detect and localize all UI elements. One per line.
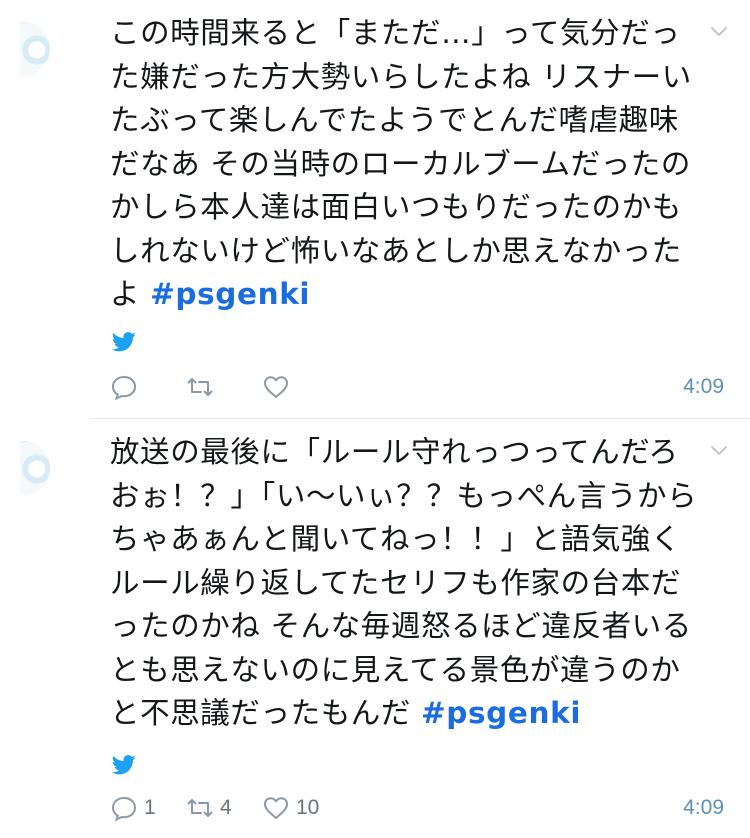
like-icon bbox=[264, 376, 288, 398]
retweet-count: 4 bbox=[220, 796, 232, 819]
like-button[interactable]: 10 bbox=[262, 794, 338, 822]
tweet-time[interactable]: 4:09 bbox=[683, 375, 724, 399]
retweet-button[interactable] bbox=[186, 373, 262, 401]
chevron-down-icon[interactable] bbox=[710, 441, 728, 459]
retweet-icon bbox=[187, 799, 213, 817]
avatar[interactable] bbox=[20, 22, 50, 76]
twitter-bird-icon bbox=[112, 332, 136, 352]
hashtag-link[interactable]: #psgenki bbox=[150, 277, 310, 311]
tweet-text: 放送の最後に「ルール守れっつってんだろおぉ！？」「い〜いぃ？？もっぺん言うからち… bbox=[110, 431, 700, 736]
retweet-button[interactable]: 4 bbox=[186, 794, 262, 822]
tweet-actions: 1 4 10 bbox=[110, 793, 338, 823]
tweet-body: この時間来ると「まただ…」って気分だった嫌だった方大勢いらしたよね リスナーいた… bbox=[110, 16, 692, 311]
reply-button[interactable]: 1 bbox=[110, 794, 186, 822]
reply-button[interactable] bbox=[110, 373, 186, 401]
like-count: 10 bbox=[296, 796, 320, 819]
tweet-text: この時間来ると「まただ…」って気分だった嫌だった方大勢いらしたよね リスナーいた… bbox=[110, 12, 700, 317]
tweet: この時間来ると「まただ…」って気分だった嫌だった方大勢いらしたよね リスナーいた… bbox=[0, 0, 750, 418]
retweet-icon bbox=[187, 378, 213, 396]
reply-icon bbox=[111, 375, 137, 401]
hashtag-link[interactable]: #psgenki bbox=[421, 696, 581, 730]
reply-count: 1 bbox=[144, 796, 156, 819]
avatar[interactable] bbox=[20, 441, 50, 495]
reply-icon bbox=[111, 796, 137, 822]
chevron-down-icon[interactable] bbox=[710, 22, 728, 40]
tweet-body: 放送の最後に「ルール守れっつってんだろおぉ！？」「い〜いぃ？？もっぺん言うからち… bbox=[110, 435, 698, 730]
tweet-actions bbox=[110, 372, 338, 402]
tweet: 放送の最後に「ルール守れっつってんだろおぉ！？」「い〜いぃ？？もっぺん言うからち… bbox=[0, 419, 750, 838]
like-icon bbox=[264, 797, 288, 819]
like-button[interactable] bbox=[262, 373, 338, 401]
twitter-bird-icon bbox=[112, 755, 136, 775]
tweet-time[interactable]: 4:09 bbox=[683, 796, 724, 820]
